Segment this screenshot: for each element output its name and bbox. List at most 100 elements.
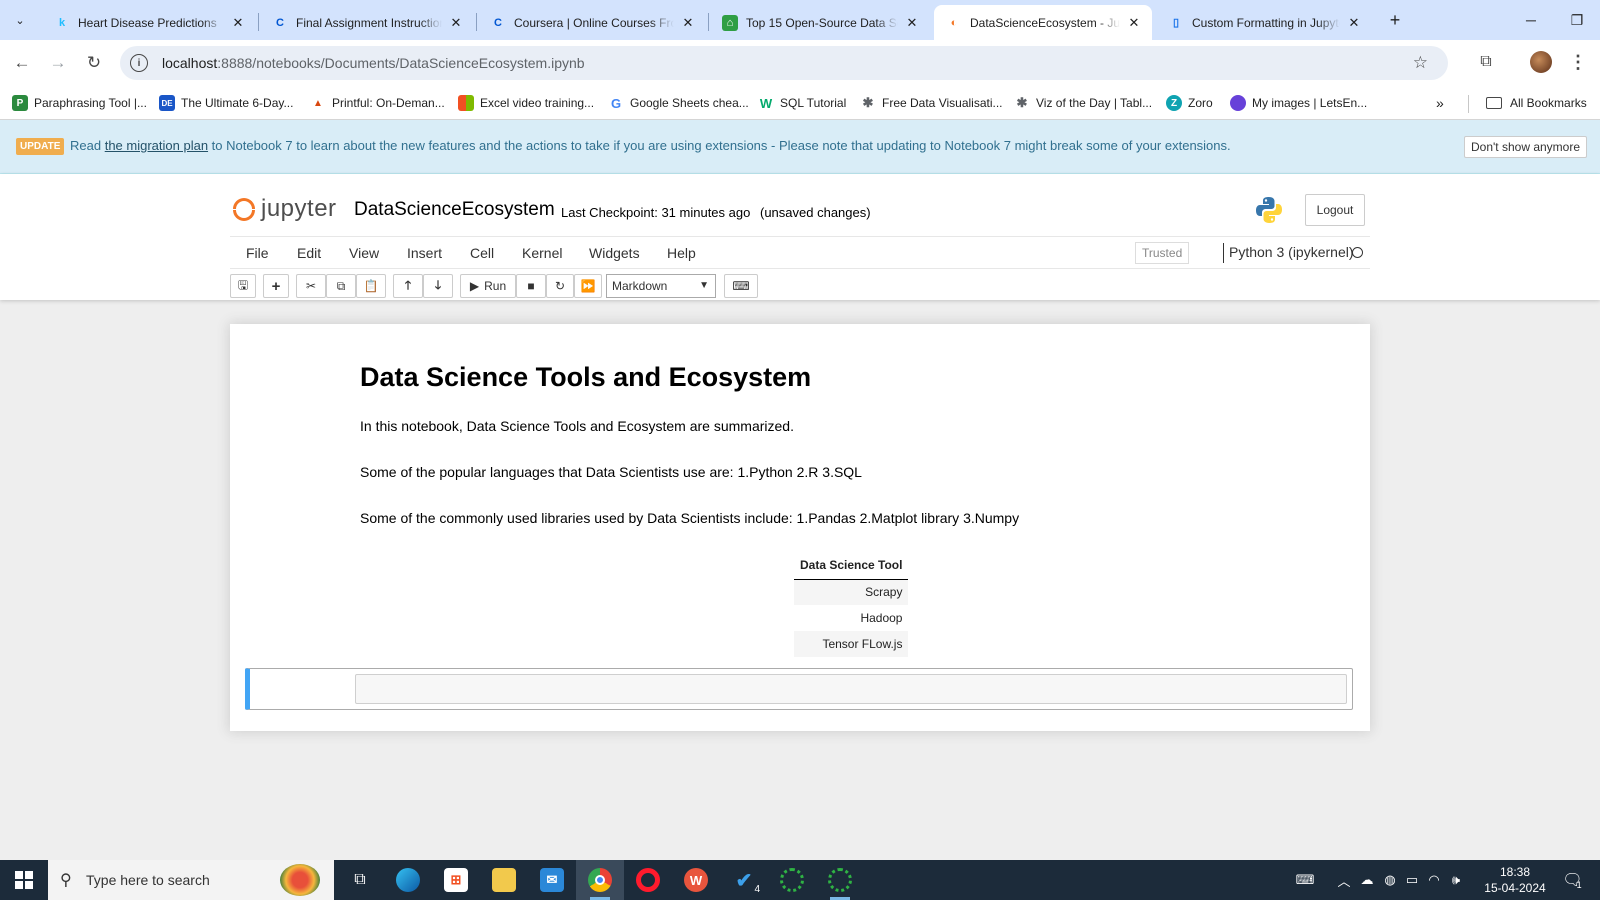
bookmark-favicon-icon: W	[759, 95, 773, 111]
browser-tab[interactable]: k Heart Disease Predictions ✕	[42, 5, 256, 40]
jupyter-logo[interactable]: jupyter	[232, 195, 337, 223]
back-icon[interactable]: ←	[8, 49, 36, 77]
kernel-idle-icon	[1352, 247, 1363, 258]
menu-file[interactable]: File	[246, 245, 269, 261]
taskbar-clock[interactable]: 18:38 15-04-2024	[1480, 864, 1550, 896]
volume-icon[interactable]: 🕪	[1446, 860, 1466, 900]
close-tab-icon[interactable]: ✕	[904, 15, 920, 31]
url-text[interactable]: localhost:8888/notebooks/Documents/DataS…	[162, 55, 585, 71]
wps-app[interactable]: W	[672, 860, 720, 900]
browser-tab[interactable]: ▯ Custom Formatting in Jupyter Notebook …	[1156, 5, 1372, 40]
save-button[interactable]: 🖫	[230, 274, 256, 298]
restart-button[interactable]: ↻	[546, 274, 574, 298]
insert-cell-button[interactable]: +	[263, 274, 289, 298]
dont-show-anymore-button[interactable]: Don't show anymore	[1464, 136, 1588, 158]
checkpoint-status: Last Checkpoint: 31 minutes ago	[561, 205, 751, 220]
explorer-app[interactable]	[480, 860, 528, 900]
forward-icon[interactable]: →	[44, 49, 72, 77]
bookmark-item[interactable]: Z Zoro	[1166, 94, 1213, 112]
browser-tab[interactable]: C Final Assignment Instructions ✕	[260, 5, 474, 40]
menu-insert[interactable]: Insert	[407, 245, 442, 261]
bookmark-item[interactable]: G Google Sheets chea...	[608, 94, 749, 112]
store-app[interactable]: ⊞	[432, 860, 480, 900]
minimize-icon[interactable]: ─	[1508, 6, 1554, 34]
notebook-name[interactable]: DataScienceEcosystem	[354, 199, 555, 221]
menu-kernel[interactable]: Kernel	[522, 245, 562, 261]
mail-app[interactable]: ✉	[528, 860, 576, 900]
bookmark-star-icon[interactable]: ☆	[1413, 53, 1428, 73]
bookmark-item[interactable]: ✱ Viz of the Day | Tabl...	[1014, 94, 1153, 112]
mail-icon: ✉	[540, 868, 564, 892]
taskbar-search[interactable]: ⚲ Type here to search	[48, 860, 334, 900]
avatar[interactable]	[1530, 51, 1552, 73]
browser-tab[interactable]: ⌂ Top 15 Open-Source Data Science Tools …	[710, 5, 930, 40]
onedrive-icon[interactable]: ☁	[1356, 860, 1378, 900]
active-code-cell[interactable]	[245, 668, 1353, 710]
paste-button[interactable]: 📋	[356, 274, 386, 298]
restart-run-all-button[interactable]: ⏩	[574, 274, 602, 298]
spinner-app[interactable]	[768, 860, 816, 900]
run-button[interactable]: ▶ Run	[460, 274, 516, 298]
new-tab-icon[interactable]: +	[1384, 9, 1406, 31]
notification-center-button[interactable]: 🗨 1	[1554, 860, 1590, 900]
reload-icon[interactable]: ↻	[80, 49, 108, 77]
loading-ring-icon	[780, 868, 804, 892]
menu-cell[interactable]: Cell	[470, 245, 494, 261]
wifi-icon[interactable]: ◠	[1424, 860, 1444, 900]
site-info-icon[interactable]: i	[130, 54, 148, 72]
keyboard-layout-icon[interactable]: ⌨	[1290, 860, 1320, 900]
bookmark-label: Free Data Visualisati...	[882, 96, 1003, 110]
browser-tab[interactable]: C Coursera | Online Courses From Top Uni…	[478, 5, 706, 40]
restore-icon[interactable]: ❐	[1554, 6, 1600, 34]
cut-button[interactable]: ✂	[296, 274, 326, 298]
windows-taskbar: ⚲ Type here to search ⧉ ⊞ ✉ W ✔ 4 ⌨ ︿ ☁ ◍…	[0, 860, 1600, 900]
cell-input[interactable]	[355, 674, 1347, 704]
battery-icon[interactable]: ▭	[1402, 860, 1422, 900]
wps-icon: W	[684, 868, 708, 892]
bookmark-label: My images | LetsEn...	[1252, 96, 1368, 110]
bookmark-favicon-icon: Z	[1166, 95, 1182, 111]
all-bookmarks-button[interactable]: All Bookmarks	[1486, 94, 1587, 112]
task-view-button[interactable]: ⧉	[336, 860, 384, 900]
move-down-button[interactable]: 🡓	[423, 274, 453, 298]
extensions-icon[interactable]: ⧉	[1474, 50, 1498, 74]
edge-app[interactable]	[384, 860, 432, 900]
address-bar[interactable]: i localhost:8888/notebooks/Documents/Dat…	[120, 46, 1448, 80]
bookmark-item[interactable]: ▲ Printful: On-Deman...	[310, 94, 445, 112]
start-button[interactable]	[0, 860, 48, 900]
bookmark-item[interactable]: DE The Ultimate 6-Day...	[159, 94, 293, 112]
vscode-app[interactable]: ✔ 4	[720, 860, 768, 900]
cell-type-select[interactable]: Markdown ▼	[606, 274, 716, 298]
copy-button[interactable]: ⧉	[326, 274, 356, 298]
chrome-app[interactable]	[576, 860, 624, 900]
migration-plan-link[interactable]: the migration plan	[105, 138, 208, 153]
trusted-indicator[interactable]: Trusted	[1135, 242, 1190, 264]
move-up-button[interactable]: 🡑	[393, 274, 423, 298]
tab-search-chevron-icon[interactable]: ⌄	[8, 8, 32, 32]
bookmark-item[interactable]: Excel video training...	[458, 94, 594, 112]
meet-now-icon[interactable]: ◍	[1380, 860, 1400, 900]
bookmark-item[interactable]: My images | LetsEn...	[1230, 94, 1367, 112]
menu-view[interactable]: View	[349, 245, 379, 261]
command-palette-button[interactable]: ⌨	[724, 274, 758, 298]
spinner-app[interactable]	[816, 860, 864, 900]
bookmark-item[interactable]: P Paraphrasing Tool |...	[12, 94, 147, 112]
show-hidden-icons-icon[interactable]: ︿	[1334, 860, 1354, 900]
close-tab-icon[interactable]: ✕	[680, 15, 696, 31]
chrome-menu-icon[interactable]: ⋮	[1568, 50, 1588, 74]
browser-tab-active[interactable]: ◐ DataScienceEcosystem - Jupyter Noteboo…	[934, 5, 1152, 40]
bookmark-label: Paraphrasing Tool |...	[34, 96, 147, 110]
bookmark-item[interactable]: W SQL Tutorial	[758, 94, 846, 112]
close-tab-icon[interactable]: ✕	[1126, 15, 1142, 31]
bookmarks-overflow-icon[interactable]: »	[1436, 95, 1444, 111]
menu-edit[interactable]: Edit	[297, 245, 321, 261]
menu-help[interactable]: Help	[667, 245, 696, 261]
close-tab-icon[interactable]: ✕	[1346, 15, 1362, 31]
opera-app[interactable]	[624, 860, 672, 900]
bookmark-item[interactable]: ✱ Free Data Visualisati...	[860, 94, 1003, 112]
close-tab-icon[interactable]: ✕	[448, 15, 464, 31]
logout-button[interactable]: Logout	[1305, 194, 1365, 226]
close-tab-icon[interactable]: ✕	[230, 15, 246, 31]
menu-widgets[interactable]: Widgets	[589, 245, 640, 261]
interrupt-button[interactable]: ■	[516, 274, 546, 298]
